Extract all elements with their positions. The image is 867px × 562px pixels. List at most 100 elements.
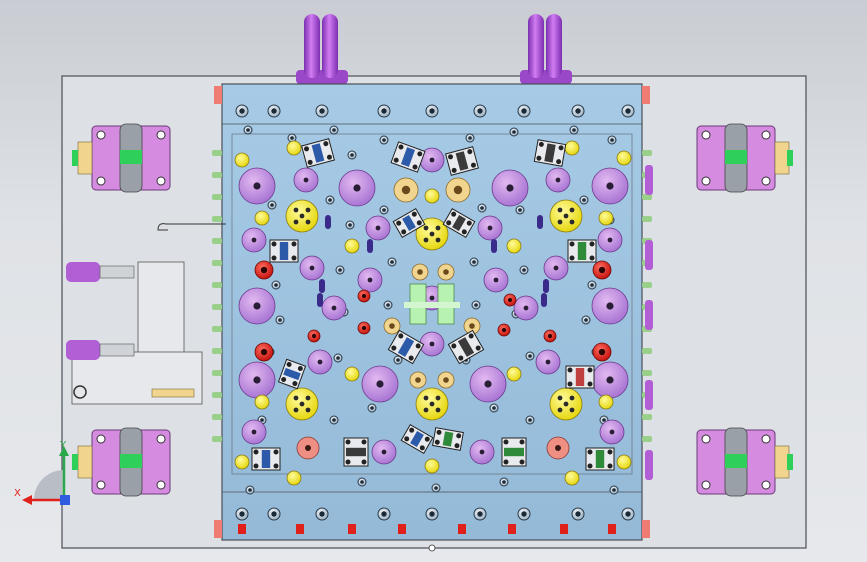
bottom-clip — [508, 524, 516, 534]
return-pin[interactable] — [592, 342, 612, 362]
cad-viewport[interactable]: X Y — [0, 0, 867, 562]
bolt — [325, 195, 335, 205]
locating-ring[interactable] — [598, 210, 614, 226]
locating-ring[interactable] — [598, 394, 614, 410]
ejector-pin[interactable] — [477, 215, 503, 241]
locating-ring[interactable] — [344, 366, 360, 382]
return-pin[interactable] — [254, 260, 274, 280]
ejector-pin[interactable] — [513, 295, 539, 321]
locating-ring[interactable] — [234, 152, 250, 168]
bushing[interactable] — [411, 263, 429, 281]
coolant-fitting[interactable] — [645, 300, 653, 330]
rim-fitting — [642, 436, 652, 442]
return-pin[interactable] — [497, 323, 511, 337]
rim-fitting — [212, 172, 222, 178]
clamp-block[interactable] — [269, 239, 299, 263]
coolant-tube-left[interactable] — [296, 14, 348, 84]
sprue-bushing[interactable] — [296, 436, 320, 460]
locating-ring[interactable] — [285, 199, 319, 233]
ejector-pin-large[interactable] — [469, 365, 507, 403]
clamp-block[interactable] — [585, 447, 615, 471]
locating-ring[interactable] — [254, 394, 270, 410]
locating-ring[interactable] — [616, 454, 632, 470]
ejector-pin[interactable] — [307, 349, 333, 375]
dowel-pin — [541, 293, 547, 307]
return-pin[interactable] — [543, 329, 557, 343]
bushing[interactable] — [445, 177, 471, 203]
coolant-fitting[interactable] — [645, 450, 653, 480]
locating-ring[interactable] — [424, 458, 440, 474]
ejector-pin[interactable] — [597, 227, 623, 253]
locating-ring[interactable] — [549, 199, 583, 233]
rim-fitting — [212, 370, 222, 376]
ejector-pin[interactable] — [321, 295, 347, 321]
ejector-pin[interactable] — [483, 267, 509, 293]
return-pin[interactable] — [307, 329, 321, 343]
ejector-pin-large[interactable] — [238, 287, 276, 325]
locating-ring[interactable] — [415, 387, 449, 421]
ejector-pin[interactable] — [357, 267, 383, 293]
ejector-pin[interactable] — [535, 349, 561, 375]
locating-ring[interactable] — [344, 238, 360, 254]
bolt — [267, 104, 281, 118]
locating-ring[interactable] — [564, 140, 580, 156]
locating-ring[interactable] — [286, 470, 302, 486]
ejector-pin[interactable] — [299, 255, 325, 281]
return-pin[interactable] — [357, 321, 371, 335]
return-pin[interactable] — [357, 289, 371, 303]
coolant-fitting[interactable] — [645, 240, 653, 270]
return-pin[interactable] — [503, 293, 517, 307]
locating-ring[interactable] — [285, 387, 319, 421]
ejector-pin-large[interactable] — [338, 169, 376, 207]
ejector-pin-large[interactable] — [591, 167, 629, 205]
coolant-fitting[interactable] — [645, 380, 653, 410]
coolant-fitting[interactable] — [645, 165, 653, 195]
ejector-pin-large[interactable] — [361, 365, 399, 403]
locating-ring[interactable] — [616, 150, 632, 166]
bushing[interactable] — [437, 371, 455, 389]
clamp-block[interactable] — [533, 139, 567, 167]
bushing[interactable] — [437, 263, 455, 281]
locating-ring[interactable] — [234, 454, 250, 470]
ejector-pin-large[interactable] — [491, 169, 529, 207]
clamp-block[interactable] — [501, 437, 527, 467]
locating-ring[interactable] — [506, 366, 522, 382]
locating-ring[interactable] — [286, 140, 302, 156]
locating-ring[interactable] — [564, 470, 580, 486]
clamp-block[interactable] — [343, 437, 369, 467]
bolt — [383, 300, 393, 310]
ejector-pin[interactable] — [599, 419, 625, 445]
bushing[interactable] — [409, 371, 427, 389]
mold-assembly-drawing[interactable]: X Y — [0, 0, 867, 562]
ejector-pin[interactable] — [371, 439, 397, 465]
bushing[interactable] — [393, 177, 419, 203]
ejector-pin-large[interactable] — [591, 361, 629, 399]
return-pin[interactable] — [254, 342, 274, 362]
coolant-tube-right[interactable] — [520, 14, 572, 84]
rim-fitting — [212, 194, 222, 200]
clamp-block[interactable] — [567, 239, 597, 263]
ejector-pin[interactable] — [241, 419, 267, 445]
bushing[interactable] — [383, 317, 401, 335]
locating-ring[interactable] — [254, 210, 270, 226]
ejector-pin[interactable] — [241, 227, 267, 253]
sprue-bushing[interactable] — [546, 436, 570, 460]
locating-ring[interactable] — [424, 188, 440, 204]
ejector-pin-large[interactable] — [591, 287, 629, 325]
return-pin[interactable] — [592, 260, 612, 280]
bolt — [315, 104, 329, 118]
ejector-pin-large[interactable] — [238, 167, 276, 205]
bolt — [469, 257, 479, 267]
clamp-block[interactable] — [565, 365, 595, 389]
ejector-pin[interactable] — [469, 439, 495, 465]
locating-ring[interactable] — [549, 387, 583, 421]
ejector-pin-large[interactable] — [238, 361, 276, 399]
sensor-plug[interactable] — [151, 388, 195, 398]
ejector-pin[interactable] — [293, 167, 319, 193]
ejector-pin[interactable] — [545, 167, 571, 193]
clamp-block[interactable] — [251, 447, 281, 471]
ejector-pin[interactable] — [543, 255, 569, 281]
locating-ring[interactable] — [506, 238, 522, 254]
ejector-pin[interactable] — [365, 215, 391, 241]
bolt — [425, 104, 439, 118]
